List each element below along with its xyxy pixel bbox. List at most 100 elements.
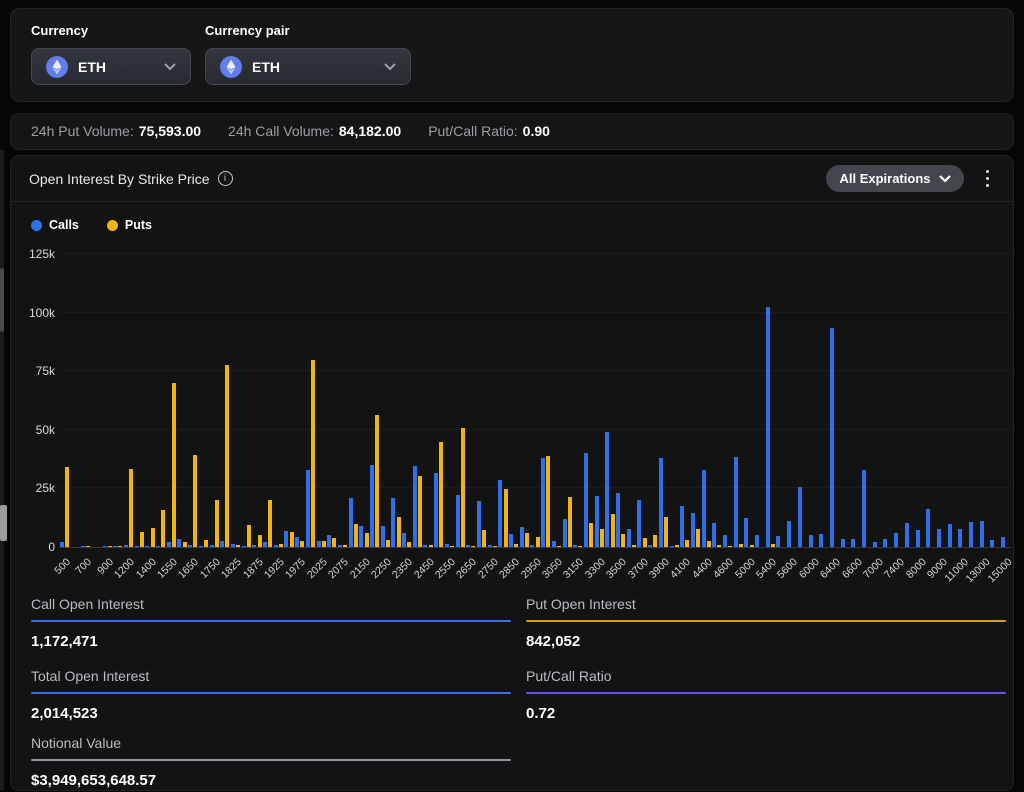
x-tick-label: 3700	[625, 556, 650, 581]
chart-plot-area	[59, 255, 1011, 548]
call-bar	[670, 546, 674, 548]
call-bar	[466, 545, 470, 547]
y-axis: 025k50k75k100k125k	[11, 255, 55, 548]
call-bar	[980, 521, 984, 547]
call-bar	[242, 546, 246, 548]
currency-dropdown[interactable]: ETH	[31, 48, 191, 85]
open-interest-summary: Call Open Interest 1,172,471 Put Open In…	[31, 596, 995, 786]
eth-icon	[220, 56, 242, 78]
put-bar	[418, 476, 422, 548]
call-bar	[744, 518, 748, 547]
x-tick-label: 3900	[647, 556, 672, 581]
put-bar	[439, 442, 443, 547]
put-bar	[290, 532, 294, 547]
x-tick-label: 4100	[668, 556, 693, 581]
x-tick-label: 2075	[326, 556, 351, 581]
put-call-ratio-oi-value: 0.72	[526, 705, 1006, 722]
total-open-interest-stat: Total Open Interest 2,014,523	[31, 668, 511, 722]
call-bar	[60, 542, 64, 547]
legend-item-calls[interactable]: Calls	[31, 218, 79, 232]
expirations-label: All Expirations	[839, 171, 930, 186]
notional-value-label: Notional Value	[31, 735, 511, 759]
call-bar	[456, 495, 460, 547]
x-tick-label: 2150	[347, 556, 372, 581]
x-tick-label: 1825	[219, 556, 244, 581]
call-bar	[391, 498, 395, 547]
volume-stats-bar: 24h Put Volume:75,593.00 24h Call Volume…	[10, 113, 1014, 150]
put-bar	[546, 456, 550, 547]
currency-value: ETH	[78, 59, 154, 75]
put-bar	[696, 529, 700, 547]
x-tick-label: 5400	[754, 556, 779, 581]
call-open-interest-label: Call Open Interest	[31, 596, 511, 620]
put-bar	[365, 533, 369, 547]
filter-card: Currency ETH Currency pair ETH	[10, 8, 1014, 102]
call-bar	[231, 544, 235, 548]
call-bar	[520, 527, 524, 547]
y-tick-label: 125k	[11, 247, 55, 261]
put-bar	[471, 546, 475, 548]
put-bar	[429, 545, 433, 547]
put-bar	[65, 467, 69, 547]
put-call-ratio-stat: Put/Call Ratio:0.90	[428, 123, 550, 141]
chevron-down-icon	[164, 63, 176, 71]
left-scrollbar-thumb[interactable]	[0, 268, 4, 332]
call-bar	[103, 546, 107, 548]
x-tick-label: 2750	[476, 556, 501, 581]
x-tick-label: 1750	[198, 556, 223, 581]
put-bar	[739, 544, 743, 548]
put-bar	[504, 489, 508, 547]
put-bar	[236, 545, 240, 547]
call-bar	[327, 535, 331, 547]
call-bar	[113, 546, 117, 548]
call-bar	[798, 487, 802, 548]
x-axis: 5007009001200140015501650175018251875192…	[59, 552, 1011, 596]
chevron-down-icon	[939, 175, 951, 183]
call-bar	[477, 501, 481, 547]
call-bar	[958, 529, 962, 547]
x-tick-label: 3150	[561, 556, 586, 581]
put-bar	[258, 535, 262, 547]
x-tick-label: 5000	[732, 556, 757, 581]
put-bar	[118, 546, 122, 548]
call-bar	[755, 535, 759, 547]
x-tick-label: 1875	[240, 556, 265, 581]
put-bar	[386, 540, 390, 547]
put-bar	[611, 514, 615, 547]
more-options-icon[interactable]	[980, 166, 996, 192]
put-bar	[225, 365, 229, 547]
put-bar	[407, 542, 411, 547]
put-bar	[557, 546, 561, 548]
y-tick-label: 50k	[11, 423, 55, 437]
call-bar	[413, 466, 417, 547]
call-bar	[252, 545, 256, 547]
chart-legend: Calls Puts	[31, 218, 152, 232]
put-call-ratio-oi-stat: Put/Call Ratio 0.72	[526, 668, 1006, 722]
put-bar	[482, 530, 486, 547]
x-tick-label: 4600	[711, 556, 736, 581]
x-tick-label: 3050	[540, 556, 565, 581]
info-icon[interactable]: i	[218, 171, 233, 186]
call-bar	[862, 470, 866, 547]
expirations-dropdown-button[interactable]: All Expirations	[826, 165, 963, 192]
put-bar	[354, 524, 358, 547]
call-volume-label: 24h Call Volume:	[228, 123, 334, 139]
put-volume-label: 24h Put Volume:	[31, 123, 134, 139]
scroll-indicator[interactable]	[0, 505, 7, 541]
call-bar	[702, 470, 706, 547]
call-bar	[81, 546, 85, 548]
call-bar	[509, 534, 513, 547]
accent-divider	[31, 759, 511, 761]
currency-pair-dropdown[interactable]: ETH	[205, 48, 411, 85]
call-bar	[766, 307, 770, 547]
x-tick-label: 1400	[133, 556, 158, 581]
call-bar	[445, 544, 449, 547]
call-bar	[199, 546, 203, 548]
chart-header: Open Interest By Strike Price i All Expi…	[11, 156, 1013, 202]
x-tick-label: 8000	[904, 556, 929, 581]
call-open-interest-stat: Call Open Interest 1,172,471	[31, 596, 511, 650]
put-bar	[717, 545, 721, 547]
put-call-ratio-value: 0.90	[523, 123, 550, 139]
put-bar	[151, 528, 155, 547]
legend-item-puts[interactable]: Puts	[107, 218, 152, 232]
